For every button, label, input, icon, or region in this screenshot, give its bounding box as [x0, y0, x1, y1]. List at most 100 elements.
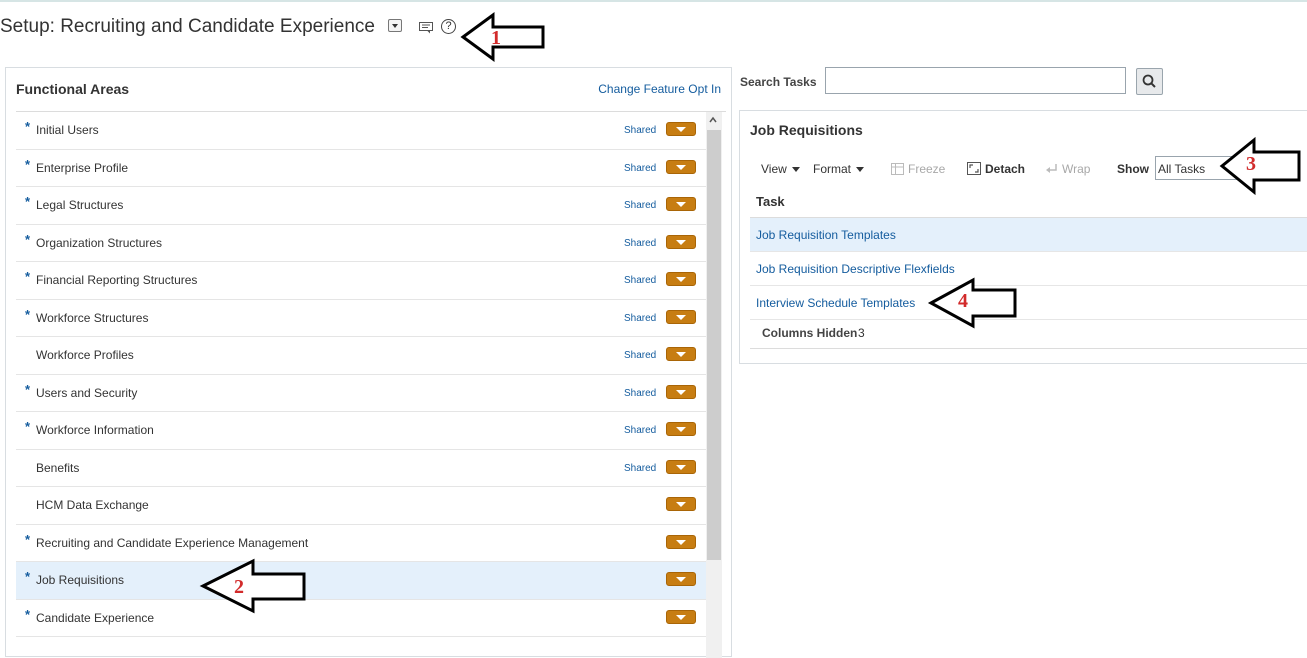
actions-dropdown-button[interactable] [666, 159, 696, 174]
title-dropdown-icon[interactable] [388, 19, 402, 32]
freeze-icon [891, 163, 904, 175]
actions-dropdown-button[interactable] [666, 534, 696, 549]
functional-area-label[interactable]: Legal Structures [36, 198, 123, 212]
page-title: Setup: Recruiting and Candidate Experien… [0, 16, 375, 37]
scroll-up-icon[interactable] [709, 116, 717, 124]
table-row[interactable]: Job Requisition Templates [750, 218, 1307, 252]
task-link-interview-schedule-templates[interactable]: Interview Schedule Templates [756, 296, 915, 310]
annotation-arrow-4: 4 [927, 277, 1017, 329]
required-marker: * [25, 606, 31, 622]
actions-dropdown-button[interactable] [666, 272, 696, 286]
actions-dropdown-button[interactable] [666, 422, 696, 436]
list-item[interactable]: Workforce Profiles Shared [16, 337, 706, 375]
actions-dropdown-button[interactable] [666, 309, 696, 324]
shared-link[interactable]: Shared [624, 350, 656, 361]
actions-dropdown-button[interactable] [666, 384, 696, 399]
table-row[interactable]: Interview Schedule Templates [750, 286, 1307, 320]
required-marker: * [25, 306, 31, 322]
freeze-button[interactable]: Freeze [891, 162, 945, 176]
shared-link[interactable]: Shared [624, 125, 656, 136]
format-menu[interactable]: Format [813, 162, 865, 176]
list-item[interactable]: * Enterprise Profile Shared [16, 150, 706, 187]
actions-dropdown-button[interactable] [666, 234, 696, 249]
functional-area-label[interactable]: Initial Users [36, 123, 99, 137]
task-link-job-requisition-descriptive-flexfields[interactable]: Job Requisition Descriptive Flexfields [756, 262, 955, 276]
shared-link[interactable]: Shared [624, 163, 656, 174]
annotation-number-1: 1 [491, 27, 501, 49]
functional-area-label[interactable]: Organization Structures [36, 236, 162, 250]
detach-button[interactable]: Detach [967, 162, 1025, 176]
shared-link[interactable]: Shared [624, 313, 656, 324]
detach-label: Detach [985, 162, 1026, 176]
functional-area-label[interactable]: Recruiting and Candidate Experience Mana… [36, 536, 308, 550]
list-item[interactable]: * Financial Reporting Structures Shared [16, 262, 706, 300]
list-item[interactable]: * Candidate Experience [16, 600, 706, 637]
tasks-panel-title: Job Requisitions [750, 122, 863, 138]
search-button[interactable] [1136, 68, 1163, 95]
top-border [0, 0, 1307, 2]
list-item[interactable]: * Organization Structures Shared [16, 225, 706, 262]
shared-link[interactable]: Shared [624, 200, 656, 211]
list-item[interactable]: * Workforce Structures Shared [16, 300, 706, 337]
functional-area-label[interactable]: Workforce Information [36, 423, 154, 437]
required-marker: * [25, 419, 31, 434]
scrollbar[interactable] [706, 112, 722, 658]
functional-area-label[interactable]: Enterprise Profile [36, 161, 128, 175]
functional-area-label[interactable]: Users and Security [36, 386, 137, 400]
detach-icon [967, 162, 981, 175]
actions-dropdown-button[interactable] [666, 609, 696, 624]
functional-area-label[interactable]: Job Requisitions [36, 573, 124, 587]
list-item[interactable]: * Legal Structures Shared [16, 187, 706, 225]
list-item[interactable]: * Job Requisitions [16, 562, 706, 600]
shared-link[interactable]: Shared [624, 425, 656, 436]
columns-hidden-count: 3 [858, 326, 865, 340]
list-item[interactable]: * Recruiting and Candidate Experience Man… [16, 525, 706, 562]
shared-link[interactable]: Shared [624, 238, 656, 249]
chevron-down-icon [791, 167, 800, 173]
view-menu[interactable]: View [761, 162, 800, 176]
actions-dropdown-button[interactable] [666, 572, 696, 586]
help-icon[interactable]: ? [441, 19, 456, 34]
wrap-button[interactable]: Wrap [1046, 162, 1090, 176]
functional-area-label[interactable]: Candidate Experience [36, 611, 154, 625]
view-menu-label: View [761, 162, 787, 176]
required-marker: * [25, 156, 31, 172]
actions-dropdown-button[interactable] [666, 197, 696, 211]
annotation-arrow-2: 2 [199, 558, 306, 614]
functional-area-label[interactable]: Workforce Structures [36, 311, 148, 325]
actions-dropdown-button[interactable] [666, 347, 696, 361]
table-footer: Columns Hidden 3 [750, 319, 1307, 349]
list-item[interactable]: HCM Data Exchange [16, 487, 706, 525]
list-item[interactable]: Benefits Shared [16, 450, 706, 487]
actions-dropdown-button[interactable] [666, 122, 696, 136]
freeze-label: Freeze [908, 162, 946, 176]
table-row[interactable]: Job Requisition Descriptive Flexfields [750, 252, 1307, 286]
functional-area-label[interactable]: Benefits [36, 461, 79, 475]
actions-dropdown-button[interactable] [666, 497, 696, 511]
functional-areas-list: * Initial Users Shared * Enterprise Profile S… [16, 112, 706, 637]
required-marker: * [25, 381, 31, 397]
annotation-number-4: 4 [958, 290, 968, 312]
list-item[interactable]: * Users and Security Shared [16, 375, 706, 412]
change-feature-opt-in-link[interactable]: Change Feature Opt In [598, 82, 721, 96]
chevron-down-icon [856, 167, 865, 173]
task-column-header[interactable]: Task [756, 194, 785, 209]
functional-areas-heading: Functional Areas [16, 81, 130, 97]
required-marker: * [25, 269, 31, 284]
required-marker: * [25, 531, 31, 547]
functional-area-label[interactable]: HCM Data Exchange [36, 498, 149, 512]
functional-areas-panel: Functional Areas Change Feature Opt In *… [5, 67, 732, 658]
shared-link[interactable]: Shared [624, 388, 656, 399]
required-marker: * [25, 194, 31, 209]
actions-dropdown-button[interactable] [666, 459, 696, 474]
comment-icon[interactable] [419, 22, 433, 34]
search-tasks-input[interactable] [825, 67, 1126, 94]
shared-link[interactable]: Shared [624, 275, 656, 286]
functional-area-label[interactable]: Workforce Profiles [36, 348, 134, 362]
task-link-job-requisition-templates[interactable]: Job Requisition Templates [756, 228, 896, 242]
functional-area-label[interactable]: Financial Reporting Structures [36, 273, 197, 287]
list-item[interactable]: * Workforce Information Shared [16, 412, 706, 450]
shared-link[interactable]: Shared [624, 463, 656, 474]
list-item[interactable]: * Initial Users Shared [16, 112, 706, 150]
scroll-thumb[interactable] [707, 130, 721, 560]
